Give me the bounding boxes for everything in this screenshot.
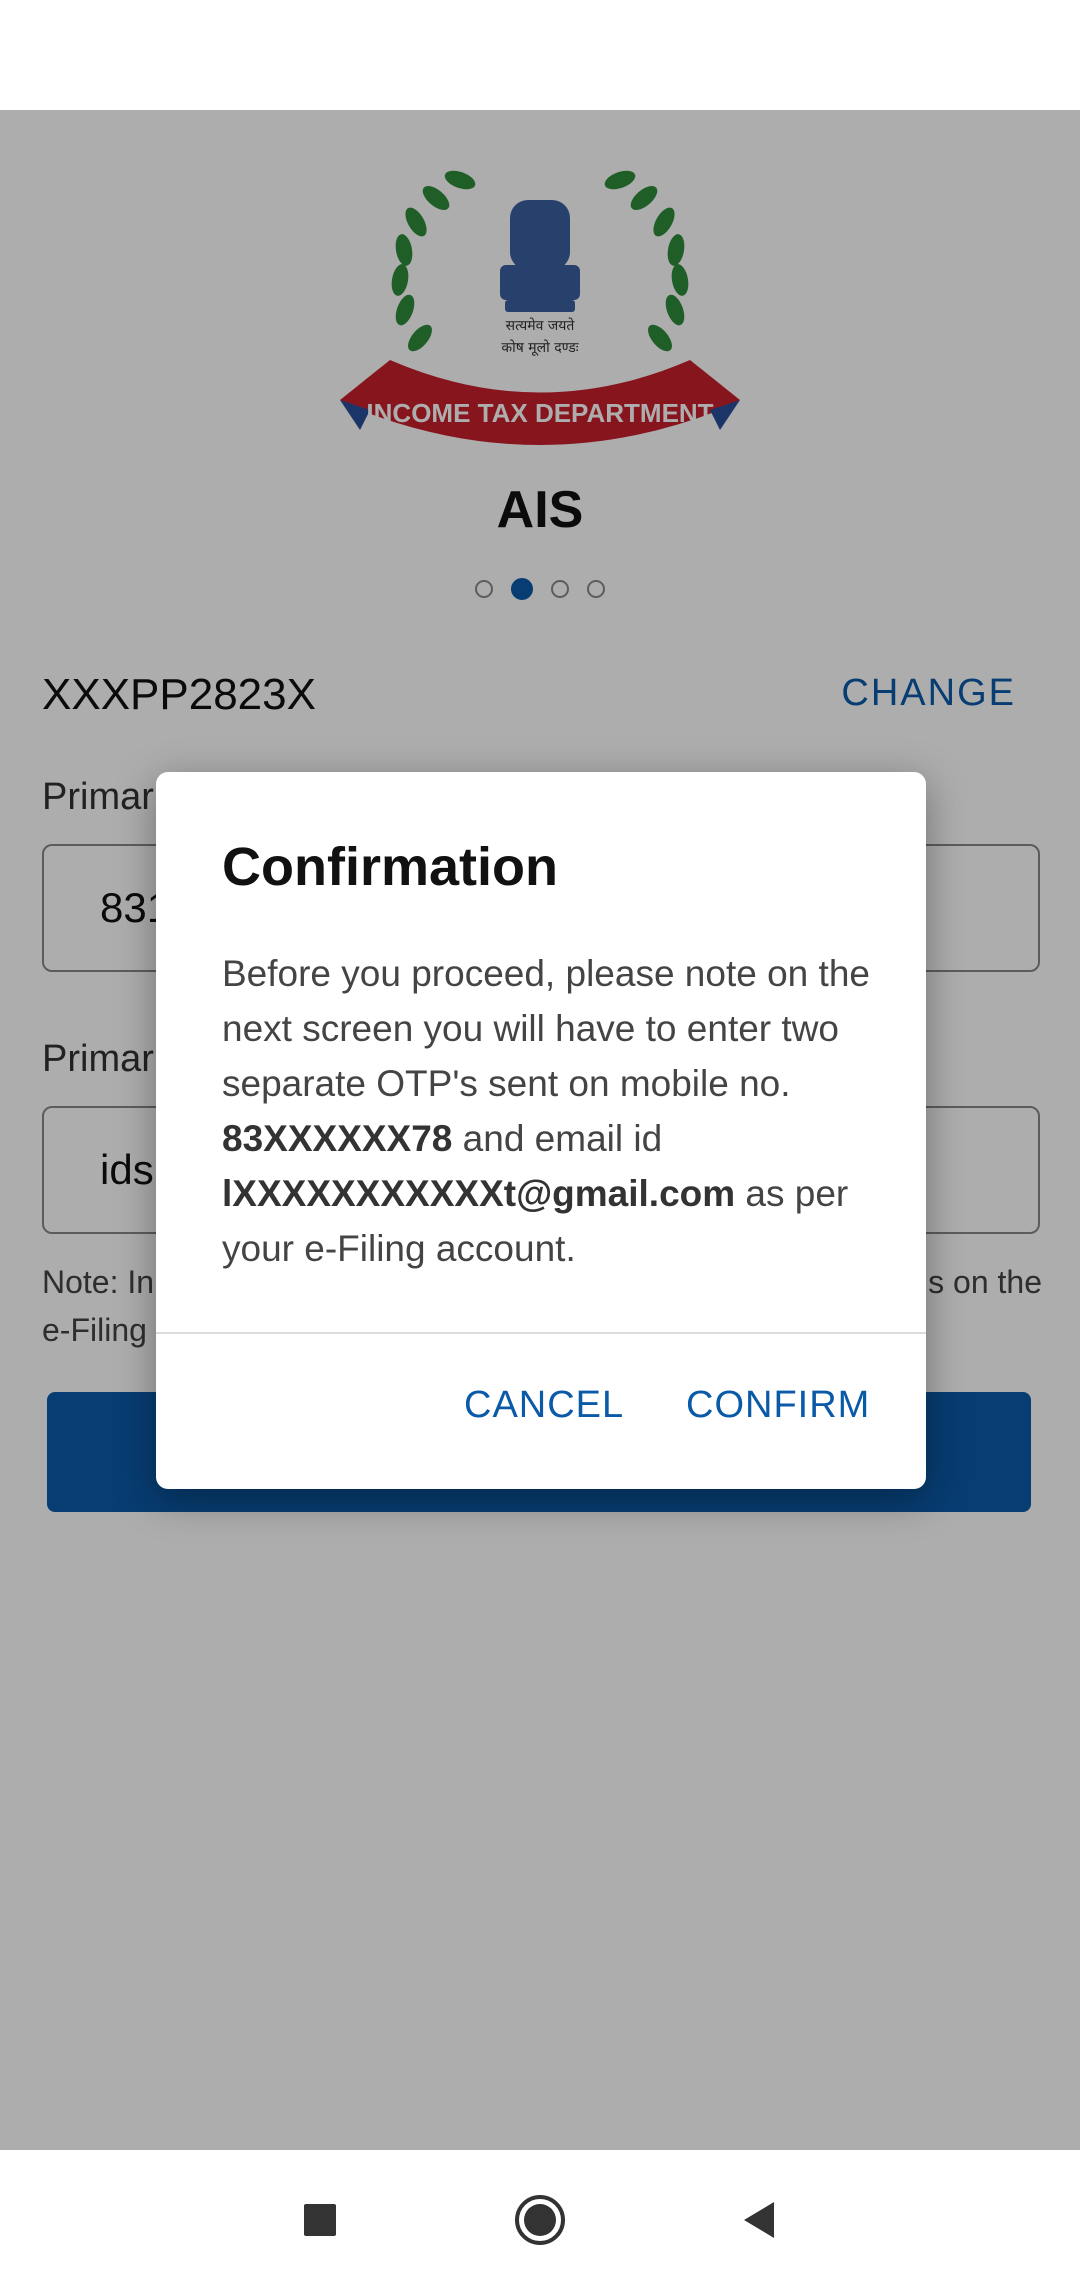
masked-mobile: 83XXXXXX78 (222, 1118, 453, 1159)
home-circle-icon[interactable] (510, 2190, 570, 2250)
dialog-title: Confirmation (222, 837, 558, 897)
back-triangle-icon[interactable] (730, 2190, 790, 2250)
confirmation-dialog: Confirmation Before you proceed, please … (156, 772, 926, 1489)
dialog-body-1: Before you proceed, please note on the n… (222, 953, 870, 1104)
recents-square-icon[interactable] (290, 2190, 350, 2250)
status-bar (0, 0, 1080, 110)
confirm-button[interactable]: CONFIRM (686, 1384, 870, 1427)
masked-email: lXXXXXXXXXXXt@gmail.com (222, 1173, 736, 1214)
dialog-divider (156, 1332, 926, 1334)
cancel-button[interactable]: CANCEL (464, 1384, 624, 1427)
dialog-body-2: and email id (452, 1118, 663, 1159)
navigation-bar (0, 2150, 1080, 2280)
dialog-message: Before you proceed, please note on the n… (222, 946, 872, 1276)
